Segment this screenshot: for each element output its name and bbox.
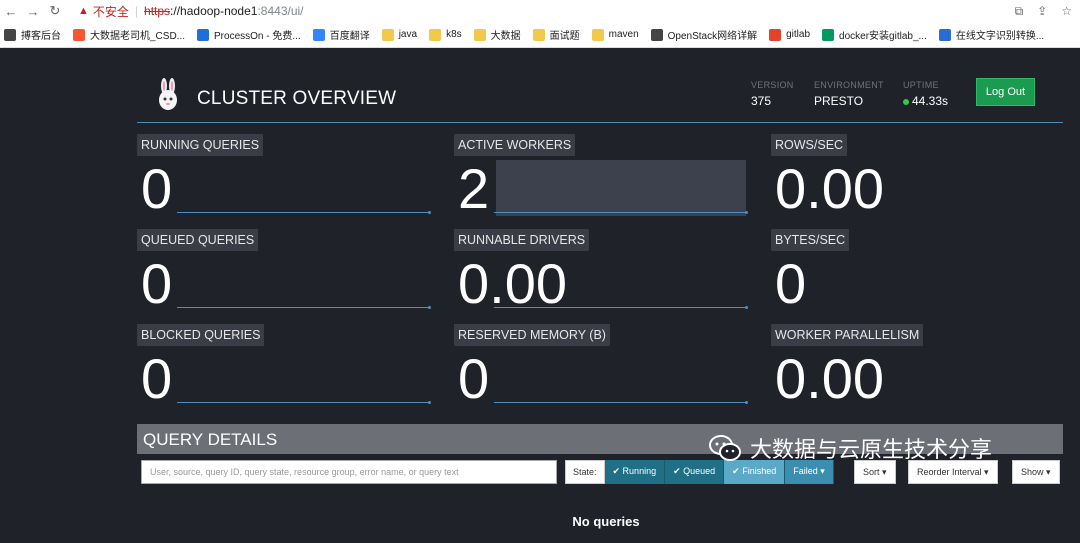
stat-label: ACTIVE WORKERS	[454, 134, 576, 156]
stat-tile: RUNNING QUERIES 0	[137, 134, 431, 222]
stat-label: RESERVED MEMORY (B)	[454, 324, 610, 346]
star-icon[interactable]: ☆	[1061, 4, 1072, 19]
state-running-button[interactable]: ✔ Running	[604, 460, 666, 484]
presto-bunny-logo-icon	[159, 78, 177, 110]
translate-icon[interactable]: ⧉	[1015, 4, 1024, 19]
folder-icon	[591, 28, 604, 41]
stat-value: 2	[458, 157, 490, 220]
stat-tile: QUEUED QUERIES 0	[137, 229, 431, 317]
stat-tile: BLOCKED QUERIES 0	[137, 324, 431, 412]
folder-icon	[429, 28, 442, 41]
show-dropdown[interactable]: Show ▾	[1012, 460, 1060, 484]
stat-label: ROWS/SEC	[771, 134, 848, 156]
blog-icon	[650, 28, 663, 41]
logout-button[interactable]: Log Out	[976, 78, 1035, 106]
stat-value: 0	[458, 347, 490, 410]
stat-value: 0	[141, 252, 173, 315]
folder-icon	[532, 28, 545, 41]
stat-value: 0.00	[775, 157, 884, 220]
stat-tile: RUNNABLE DRIVERS 0.00	[454, 229, 748, 317]
warning-icon: ▲	[78, 5, 89, 17]
processon-icon	[197, 28, 210, 41]
bookmark-item[interactable]: ProcessOn - 免费...	[197, 27, 301, 42]
status-dot-icon	[903, 98, 909, 105]
watermark: 大数据与云原生技术分享	[708, 432, 992, 464]
blog-icon	[4, 28, 16, 41]
uptime-info: UPTIME 44.33s	[903, 80, 949, 108]
bookmark-item[interactable]: 面试题	[532, 27, 580, 42]
stat-tile: BYTES/SEC 0	[771, 229, 1064, 317]
sparkline-marker	[745, 211, 748, 214]
stat-value: 0	[775, 252, 807, 315]
sparkline-marker	[428, 306, 431, 309]
presto-ui-page: CLUSTER OVERVIEW VERSION 375 ENVIRONMENT…	[0, 48, 1080, 543]
search-input[interactable]: User, source, query ID, query state, res…	[141, 460, 557, 484]
stat-tile: RESERVED MEMORY (B) 0	[454, 324, 748, 412]
gitlab-icon	[769, 28, 782, 41]
bookmark-item[interactable]: 大数据	[473, 27, 521, 42]
sparkline	[494, 212, 747, 213]
url-path: :8443/ui/	[257, 4, 304, 18]
reload-icon[interactable]: ↻	[44, 3, 66, 19]
bookmark-item[interactable]: maven	[591, 28, 639, 41]
version-info: VERSION 375	[751, 80, 794, 108]
csdn-icon	[73, 28, 85, 41]
forward-icon[interactable]: →	[22, 4, 44, 19]
sparkline-marker	[745, 401, 748, 404]
environment-info: ENVIRONMENT PRESTO	[814, 80, 884, 108]
url-field[interactable]: ▲ 不安全 | https://hadoop-node1:8443/ui/	[78, 3, 304, 20]
stat-value: 0	[141, 347, 173, 410]
sparkline-area	[496, 160, 746, 216]
bookmark-item[interactable]: 大数据老司机_CSD...	[73, 27, 185, 42]
bookmark-item[interactable]: 在线文字识别转换...	[938, 27, 1044, 42]
stat-tile: ROWS/SEC 0.00	[771, 134, 1064, 222]
gear-icon	[938, 28, 951, 41]
stat-label: RUNNABLE DRIVERS	[454, 229, 590, 251]
sparkline	[177, 307, 430, 308]
stat-value: 0	[141, 157, 173, 220]
bookmark-item[interactable]: gitlab	[769, 28, 810, 41]
stat-tile: ACTIVE WORKERS 2	[454, 134, 748, 222]
stat-label: QUEUED QUERIES	[137, 229, 259, 251]
wechat-icon	[709, 435, 741, 461]
page-title: CLUSTER OVERVIEW	[197, 88, 397, 109]
sparkline-marker	[428, 401, 431, 404]
bookmark-item[interactable]: OpenStack网络详解	[650, 27, 757, 42]
state-label: State:	[565, 460, 605, 484]
stat-label: RUNNING QUERIES	[137, 134, 264, 156]
back-icon[interactable]: ←	[0, 4, 22, 19]
bookmark-item[interactable]: 百度翻译	[312, 27, 370, 42]
bookmarks-bar: 搏客后台 大数据老司机_CSD... ProcessOn - 免费... 百度翻译 ja…	[0, 22, 1080, 48]
insecure-label: 不安全	[92, 4, 129, 19]
empty-message: No queries	[572, 514, 640, 529]
sparkline-marker	[745, 306, 748, 309]
folder-icon	[381, 28, 394, 41]
stat-value: 0.00	[458, 252, 567, 315]
bookmark-item[interactable]: 搏客后台	[4, 27, 61, 42]
stat-label: WORKER PARALLELISM	[771, 324, 924, 346]
url-scheme: https	[144, 4, 171, 18]
url-host: ://hadoop-node1	[170, 4, 258, 18]
stat-tile: WORKER PARALLELISM 0.00	[771, 324, 1064, 412]
stat-label: BYTES/SEC	[771, 229, 850, 251]
baidu-translate-icon	[312, 28, 325, 41]
cluster-header: CLUSTER OVERVIEW VERSION 375 ENVIRONMENT…	[137, 68, 1063, 123]
stat-label: BLOCKED QUERIES	[137, 324, 265, 346]
folder-icon	[473, 28, 486, 41]
bookmark-item[interactable]: docker安装gitlab_...	[822, 27, 927, 42]
bookmark-item[interactable]: java	[381, 28, 417, 41]
sparkline	[177, 212, 430, 213]
sparkline-marker	[428, 211, 431, 214]
sparkline	[494, 402, 747, 403]
browser-address-bar: ← → ↻ ▲ 不安全 | https://hadoop-node1:8443/…	[0, 0, 1080, 22]
sf-icon	[822, 28, 835, 41]
bookmark-item[interactable]: k8s	[429, 28, 462, 41]
query-list: No queries	[137, 488, 1063, 543]
sparkline	[177, 402, 430, 403]
stat-value: 0.00	[775, 347, 884, 410]
share-icon[interactable]: ⇪	[1037, 4, 1047, 19]
